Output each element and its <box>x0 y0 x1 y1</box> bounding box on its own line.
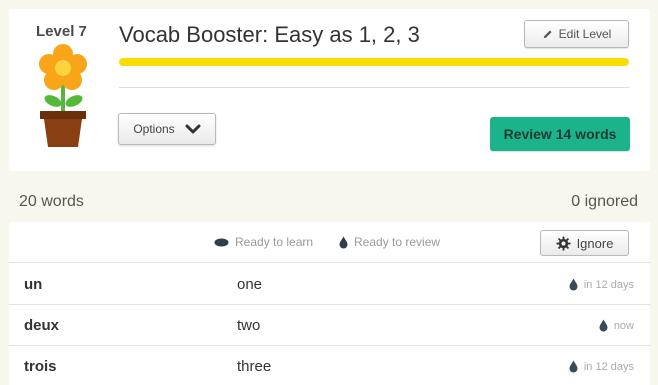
level-card: Level 7 Vocab Booster: Easy as 1, 2, 3 E… <box>9 9 650 171</box>
word-term: deux <box>24 317 60 334</box>
word-term: un <box>24 276 43 293</box>
water-drop-icon <box>569 278 578 291</box>
review-words-button[interactable]: Review 14 words <box>490 117 630 151</box>
legend-ready-to-review: Ready to review <box>339 235 440 249</box>
word-due: in 12 days <box>569 278 634 291</box>
legend-ready-to-learn-label: Ready to learn <box>235 235 314 249</box>
word-count: 20 words <box>19 193 84 210</box>
water-drop-icon <box>599 319 608 332</box>
legend-ready-to-review-label: Ready to review <box>354 235 441 249</box>
level-number: Level 7 <box>36 23 87 40</box>
level-progress-bar <box>119 58 629 66</box>
water-drop-icon <box>569 360 578 373</box>
word-due: in 12 days <box>569 360 634 373</box>
options-label: Options <box>133 122 175 136</box>
divider <box>119 87 629 88</box>
word-term: trois <box>24 358 57 375</box>
potted-flower-icon <box>39 44 87 147</box>
seed-icon <box>214 238 229 246</box>
ignore-button[interactable]: Ignore <box>540 230 629 256</box>
gear-icon <box>556 235 571 251</box>
word-due-label: now <box>613 319 634 332</box>
ignore-label: Ignore <box>576 235 614 251</box>
ignored-count: 0 ignored <box>571 193 638 210</box>
chevron-down-icon <box>185 124 201 134</box>
word-definition: two <box>237 317 261 334</box>
word-row[interactable]: trois three in 12 days <box>9 346 650 385</box>
word-definition: one <box>237 276 263 293</box>
word-due-label: in 12 days <box>583 278 634 291</box>
level-title: Vocab Booster: Easy as 1, 2, 3 <box>119 22 420 47</box>
word-row[interactable]: deux two now <box>9 305 650 346</box>
word-definition: three <box>237 358 272 375</box>
pencil-icon <box>543 29 552 38</box>
level-progress-fill <box>119 58 629 66</box>
word-due-label: in 12 days <box>583 360 634 373</box>
word-due: now <box>599 319 634 332</box>
options-button[interactable]: Options <box>118 113 216 145</box>
water-drop-icon <box>339 236 348 248</box>
edit-level-label: Edit Level <box>558 27 612 41</box>
legend-ready-to-learn: Ready to learn <box>214 235 313 249</box>
edit-level-button[interactable]: Edit Level <box>524 20 629 48</box>
word-row[interactable]: un one in 12 days <box>9 264 650 305</box>
word-list-header: Ready to learn Ready to review Ignore <box>9 222 650 263</box>
word-list: Ready to learn Ready to review Ignore un… <box>9 222 650 385</box>
